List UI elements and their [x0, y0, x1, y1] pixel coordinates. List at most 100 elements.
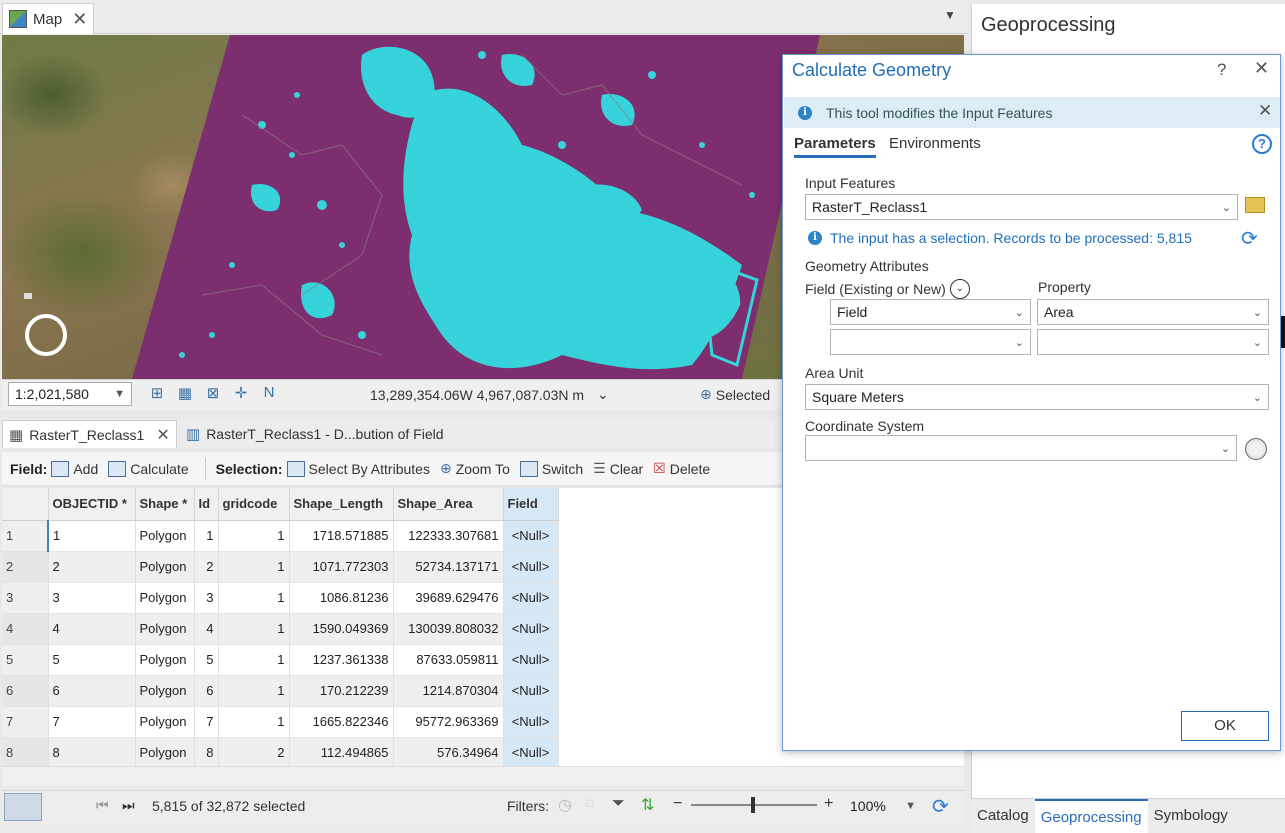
chevron-down-icon[interactable]: ▼ [944, 8, 956, 22]
north-arrow-icon[interactable]: N [259, 384, 279, 404]
table-cell[interactable]: 3 [194, 582, 219, 614]
table-cell[interactable]: 8 [194, 737, 219, 766]
table-cell[interactable]: 8 [48, 737, 136, 766]
table-cell[interactable]: 1 [218, 520, 290, 552]
tab-symbology[interactable]: Symbology [1148, 799, 1234, 833]
grid-icon[interactable]: ▦ [175, 384, 195, 404]
definition-filter-icon[interactable]: ⏷ [612, 795, 625, 813]
tool-help-icon[interactable]: ? [1252, 134, 1272, 154]
table-cell[interactable]: 576.34964 [393, 737, 504, 766]
property-select[interactable]: Area ⌄ [1037, 299, 1269, 325]
zoom-in-icon[interactable]: + [824, 795, 833, 813]
close-icon[interactable]: ✕ [1254, 58, 1269, 79]
column-header[interactable]: OBJECTID * [48, 488, 136, 521]
table-cell[interactable]: 3 [48, 582, 136, 614]
table-cell[interactable]: Polygon [135, 644, 195, 676]
table-cell[interactable]: 1237.361338 [289, 644, 394, 676]
field-select-empty[interactable]: ⌄ [830, 329, 1031, 355]
row-header[interactable]: 6 [2, 675, 49, 707]
zoom-select[interactable]: 100% ▼ [846, 794, 920, 818]
table-cell[interactable]: 39689.629476 [393, 582, 504, 614]
show-selected-records-button[interactable] [48, 793, 78, 821]
table-cell[interactable]: 130039.808032 [393, 613, 504, 645]
tab-distribution-chart[interactable]: ▥ RasterT_Reclass1 - D...bution of Field [184, 420, 484, 448]
table-cell[interactable]: 95772.963369 [393, 706, 504, 738]
table-cell[interactable]: 52734.137171 [393, 551, 504, 583]
table-cell[interactable]: 1071.772303 [289, 551, 394, 583]
table-cell[interactable]: Polygon [135, 737, 195, 766]
row-header[interactable]: 8 [2, 737, 49, 766]
folder-icon[interactable] [1245, 197, 1265, 213]
table-row[interactable]: 6 6 Polygon 6 1 170.212239 1214.870304 <Null> [2, 675, 559, 707]
close-icon[interactable]: ✕ [72, 9, 87, 30]
switch-selection-button[interactable]: Switch [519, 460, 583, 477]
selected-features-indicator[interactable]: ⊕ Selected [700, 386, 770, 403]
table-cell-field[interactable]: <Null> [503, 520, 559, 552]
table-cell[interactable]: 7 [48, 706, 136, 738]
table-cell-field[interactable]: <Null> [503, 613, 559, 645]
close-icon[interactable]: ✕ [156, 425, 169, 445]
table-row[interactable]: 1 1 Polygon 1 1 1718.571885 122333.307681 <Null… [2, 520, 559, 552]
table-cell[interactable]: 87633.059811 [393, 644, 504, 676]
horizontal-scrollbar[interactable] [2, 766, 964, 786]
help-icon[interactable]: ? [1217, 60, 1226, 80]
table-cell-field[interactable]: <Null> [503, 737, 559, 766]
table-cell[interactable]: Polygon [135, 675, 195, 707]
delete-selection-button[interactable]: ☒ Delete [653, 460, 710, 477]
table-cell[interactable]: 1214.870304 [393, 675, 504, 707]
table-cell[interactable]: 1086.81236 [289, 582, 394, 614]
table-cell[interactable]: Polygon [135, 706, 195, 738]
tab-environments[interactable]: Environments [889, 135, 981, 152]
table-cell[interactable]: 1 [194, 520, 219, 552]
column-header[interactable]: gridcode [218, 488, 290, 521]
crosshair-icon[interactable]: ✛ [231, 384, 251, 404]
table-cell[interactable]: 1 [218, 582, 290, 614]
table-cell-field[interactable]: <Null> [503, 706, 559, 738]
table-cell[interactable]: 5 [194, 644, 219, 676]
table-cell[interactable]: Polygon [135, 613, 195, 645]
table-cell[interactable]: 2 [48, 551, 136, 583]
first-record-icon[interactable]: ⏮ [96, 797, 109, 814]
column-header[interactable]: Shape_Length [289, 488, 394, 521]
show-all-records-button[interactable] [4, 793, 42, 821]
ok-button[interactable]: OK [1181, 711, 1269, 741]
column-header[interactable]: Shape_Area [393, 488, 504, 521]
time-filter-icon[interactable]: ◷ [558, 795, 572, 815]
area-unit-select[interactable]: Square Meters ⌄ [805, 384, 1269, 410]
table-row[interactable]: 5 5 Polygon 5 1 1237.361338 87633.059811 <Null> [2, 644, 559, 676]
globe-icon[interactable] [1245, 438, 1267, 460]
range-filter-icon[interactable]: ◌ [585, 795, 595, 813]
table-cell[interactable]: 1 [48, 520, 136, 552]
table-cell-field[interactable]: <Null> [503, 582, 559, 614]
tab-map[interactable]: Map ✕ [2, 3, 94, 34]
row-header[interactable]: 7 [2, 706, 49, 738]
row-header[interactable]: 4 [2, 613, 49, 645]
tab-geoprocessing[interactable]: Geoprocessing [1034, 799, 1148, 833]
table-cell[interactable]: Polygon [135, 582, 195, 614]
select-by-attributes-button[interactable]: Select By Attributes [286, 460, 430, 477]
row-header[interactable]: 5 [2, 644, 49, 676]
table-cell[interactable]: 1 [218, 644, 290, 676]
add-field-button[interactable]: Add [51, 460, 98, 477]
table-cell[interactable]: 6 [194, 675, 219, 707]
table-cell[interactable]: 1718.571885 [289, 520, 394, 552]
snapping-icon[interactable]: ⊠ [203, 384, 223, 404]
row-header[interactable]: 3 [2, 582, 49, 614]
column-header[interactable]: Id [194, 488, 219, 521]
table-cell[interactable]: Polygon [135, 520, 195, 552]
table-cell[interactable]: 122333.307681 [393, 520, 504, 552]
field-select[interactable]: Field ⌄ [830, 299, 1031, 325]
table-row[interactable]: 7 7 Polygon 7 1 1665.822346 95772.963369 <Null> [2, 706, 559, 738]
table-cell[interactable]: 1 [218, 706, 290, 738]
row-header[interactable]: 2 [2, 551, 49, 583]
column-header-field[interactable]: Field [503, 488, 559, 521]
table-cell-field[interactable]: <Null> [503, 644, 559, 676]
table-cell[interactable]: 1 [218, 551, 290, 583]
table-cell[interactable]: 2 [194, 551, 219, 583]
table-cell[interactable]: 4 [194, 613, 219, 645]
table-cell[interactable]: 6 [48, 675, 136, 707]
table-row[interactable]: 4 4 Polygon 4 1 1590.049369 130039.808032 <Null… [2, 613, 559, 645]
table-cell[interactable]: Polygon [135, 551, 195, 583]
table-cell[interactable]: 1 [218, 613, 290, 645]
table-cell[interactable]: 1665.822346 [289, 706, 394, 738]
